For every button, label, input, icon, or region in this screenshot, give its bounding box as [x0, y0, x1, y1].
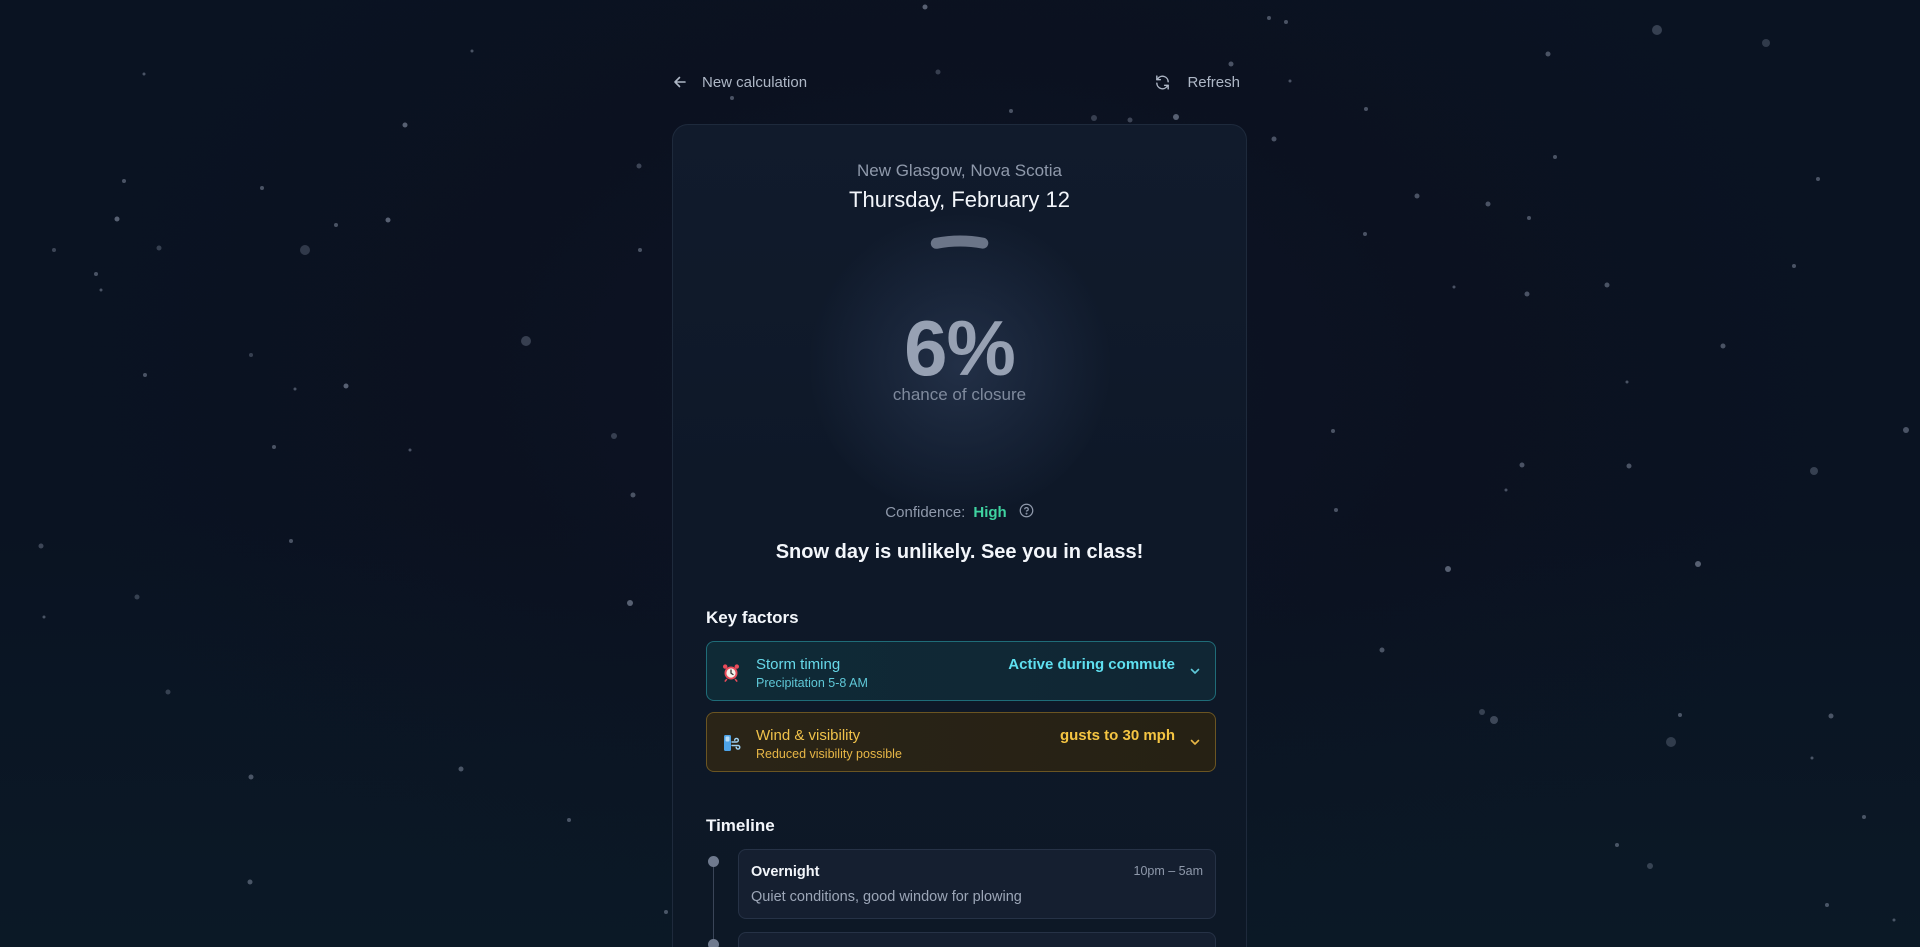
factor-title: Storm timing: [756, 656, 841, 673]
timeline-connector: [713, 861, 714, 947]
factor-subtitle: Precipitation 5-8 AM: [756, 676, 868, 690]
refresh-label: Refresh: [1187, 73, 1240, 91]
factor-wind-visibility[interactable]: Wind & visibility Reduced visibility pos…: [706, 712, 1216, 772]
timeline-item-overnight[interactable]: Overnight 10pm – 5am Quiet conditions, g…: [738, 849, 1216, 919]
factor-subtitle: Reduced visibility possible: [756, 747, 902, 761]
closure-percent: 6%: [904, 304, 1016, 392]
factor-value: Active during commute: [1008, 656, 1175, 673]
confidence-row: Confidence: High: [673, 503, 1246, 522]
forecast-card: New Glasgow, Nova Scotia Thursday, Febru…: [672, 124, 1247, 947]
factor-title: Wind & visibility: [756, 727, 861, 744]
timeline-item-description: Quiet conditions, good window for plowin…: [751, 889, 1022, 905]
arrow-left-icon: [672, 74, 688, 90]
new-calculation-label: New calculation: [702, 73, 808, 91]
probability-arc: [930, 235, 989, 249]
new-calculation-button[interactable]: New calculation: [672, 70, 807, 94]
timeline-dot: [708, 939, 719, 947]
factor-storm-timing[interactable]: Storm timing Precipitation 5-8 AM Active…: [706, 641, 1216, 701]
alarm-clock-icon: [721, 662, 741, 682]
refresh-button[interactable]: Refresh: [1154, 70, 1240, 94]
timeline-item[interactable]: [738, 932, 1216, 947]
key-factors-title: Key factors: [706, 608, 799, 627]
timeline-dot: [708, 856, 719, 867]
wind-icon: [721, 733, 741, 753]
confidence-label: Confidence:: [885, 504, 966, 521]
factor-value: gusts to 30 mph: [1059, 727, 1175, 744]
confidence-level: High: [973, 504, 1007, 521]
timeline-item-title: Overnight: [751, 864, 820, 880]
chevron-down-icon: [1189, 735, 1201, 753]
chevron-down-icon: [1189, 664, 1201, 682]
verdict-text: Snow day is unlikely. See you in class!: [775, 541, 1144, 563]
help-circle-icon[interactable]: [1019, 503, 1034, 522]
timeline-item-time: 10pm – 5am: [1133, 864, 1203, 878]
closure-percent-caption: chance of closure: [892, 385, 1027, 404]
timeline-title: Timeline: [706, 816, 775, 835]
refresh-icon: [1154, 74, 1171, 91]
top-bar: New calculation Refresh: [672, 66, 1240, 98]
